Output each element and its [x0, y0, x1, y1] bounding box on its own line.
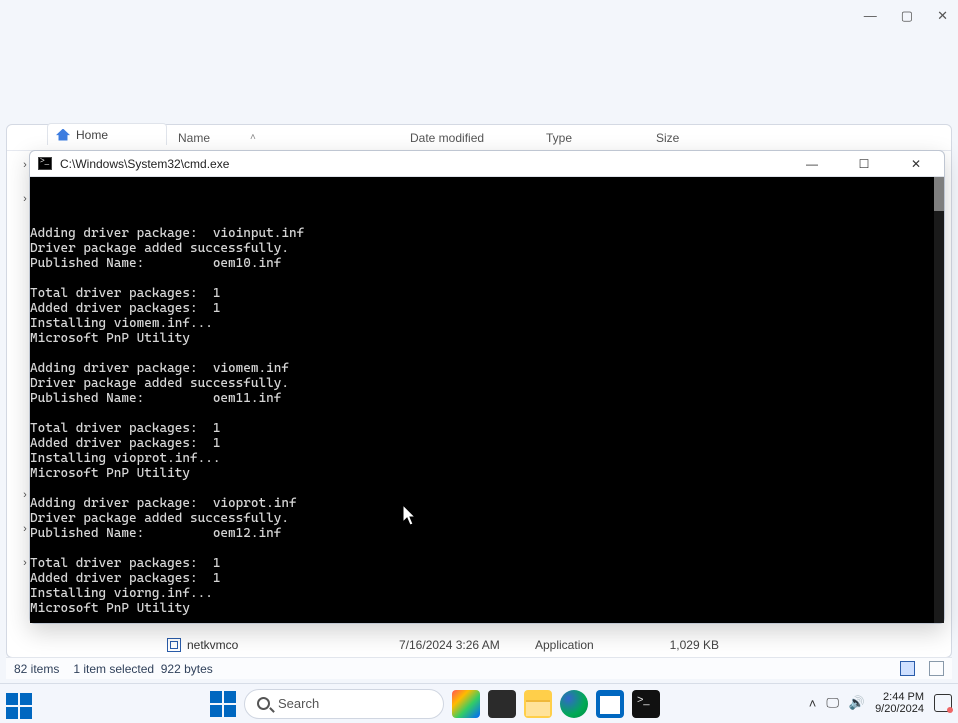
- cmd-scrollbar-thumb[interactable]: [934, 177, 944, 211]
- explorer-status-bar: 82 items 1 item selected 922 bytes: [6, 657, 952, 679]
- application-icon: [167, 638, 181, 652]
- file-row[interactable]: netkvmco 7/16/2024 3:26 AM Application 1…: [7, 633, 951, 657]
- cmd-title-text: C:\Windows\System32\cmd.exe: [60, 157, 229, 171]
- tray-volume-icon[interactable]: 🔊: [849, 695, 865, 711]
- sort-indicator-icon: ˄: [250, 132, 256, 143]
- taskbar-search[interactable]: Search: [244, 689, 444, 719]
- column-header-name[interactable]: Name˄: [167, 125, 399, 150]
- bgwin-close-button[interactable]: ✕: [937, 8, 948, 24]
- file-date-cell: 7/16/2024 3:26 AM: [399, 638, 535, 652]
- explorer-tab-label: Home: [76, 128, 108, 142]
- taskbar-icon-edge[interactable]: [560, 690, 588, 718]
- search-placeholder: Search: [278, 696, 319, 711]
- nav-expand-icon[interactable]: ›: [23, 159, 27, 171]
- cmd-text: Adding driver package: vioinput.inf Driv…: [30, 226, 944, 623]
- view-large-button[interactable]: [929, 661, 944, 676]
- tray-chevron-icon[interactable]: ˄: [809, 696, 817, 711]
- cmd-titlebar[interactable]: C:\Windows\System32\cmd.exe — ☐ ✕: [30, 151, 944, 177]
- taskbar-widgets-button[interactable]: [6, 693, 32, 719]
- file-name-cell: netkvmco: [167, 638, 399, 652]
- column-header-size[interactable]: Size: [645, 125, 725, 150]
- home-icon: [56, 129, 70, 141]
- nav-expand-icon[interactable]: ›: [23, 523, 27, 535]
- cmd-window: C:\Windows\System32\cmd.exe — ☐ ✕ Adding…: [29, 150, 945, 624]
- bgwin-maximize-button[interactable]: ▢: [901, 8, 913, 24]
- nav-expand-icon[interactable]: ›: [23, 557, 27, 569]
- file-size-cell: 1,029 KB: [645, 638, 725, 652]
- taskbar: Search ˄ 🖵 🔊 2:44 PM 9/20/2024: [0, 683, 958, 723]
- column-header-type[interactable]: Type: [535, 125, 645, 150]
- taskbar-icon-copilot[interactable]: [452, 690, 480, 718]
- cmd-icon: [38, 157, 52, 170]
- status-selection: 1 item selected 922 bytes: [73, 662, 212, 676]
- taskbar-icon-store[interactable]: [596, 690, 624, 718]
- explorer-tab-home[interactable]: Home: [47, 123, 167, 145]
- start-button[interactable]: [210, 691, 236, 717]
- status-item-count: 82 items: [14, 662, 59, 676]
- cmd-output[interactable]: Adding driver package: vioinput.inf Driv…: [30, 177, 944, 623]
- nav-expand-icon[interactable]: ›: [23, 193, 27, 205]
- cmd-maximize-button[interactable]: ☐: [842, 151, 886, 177]
- notification-center-button[interactable]: [934, 694, 952, 712]
- file-type-cell: Application: [535, 638, 645, 652]
- cmd-minimize-button[interactable]: —: [790, 151, 834, 177]
- cmd-scrollbar[interactable]: [934, 177, 944, 623]
- search-icon: [257, 697, 270, 710]
- bgwin-minimize-button[interactable]: —: [864, 8, 877, 24]
- cmd-close-button[interactable]: ✕: [894, 151, 938, 177]
- taskbar-icon-taskview[interactable]: [488, 690, 516, 718]
- nav-expand-icon[interactable]: ›: [23, 489, 27, 501]
- column-header-date[interactable]: Date modified: [399, 125, 535, 150]
- taskbar-icon-terminal[interactable]: [632, 690, 660, 718]
- view-details-button[interactable]: [900, 661, 915, 676]
- tray-display-icon[interactable]: 🖵: [826, 695, 839, 711]
- taskbar-clock[interactable]: 2:44 PM 9/20/2024: [875, 691, 924, 715]
- taskbar-icon-explorer[interactable]: [524, 690, 552, 718]
